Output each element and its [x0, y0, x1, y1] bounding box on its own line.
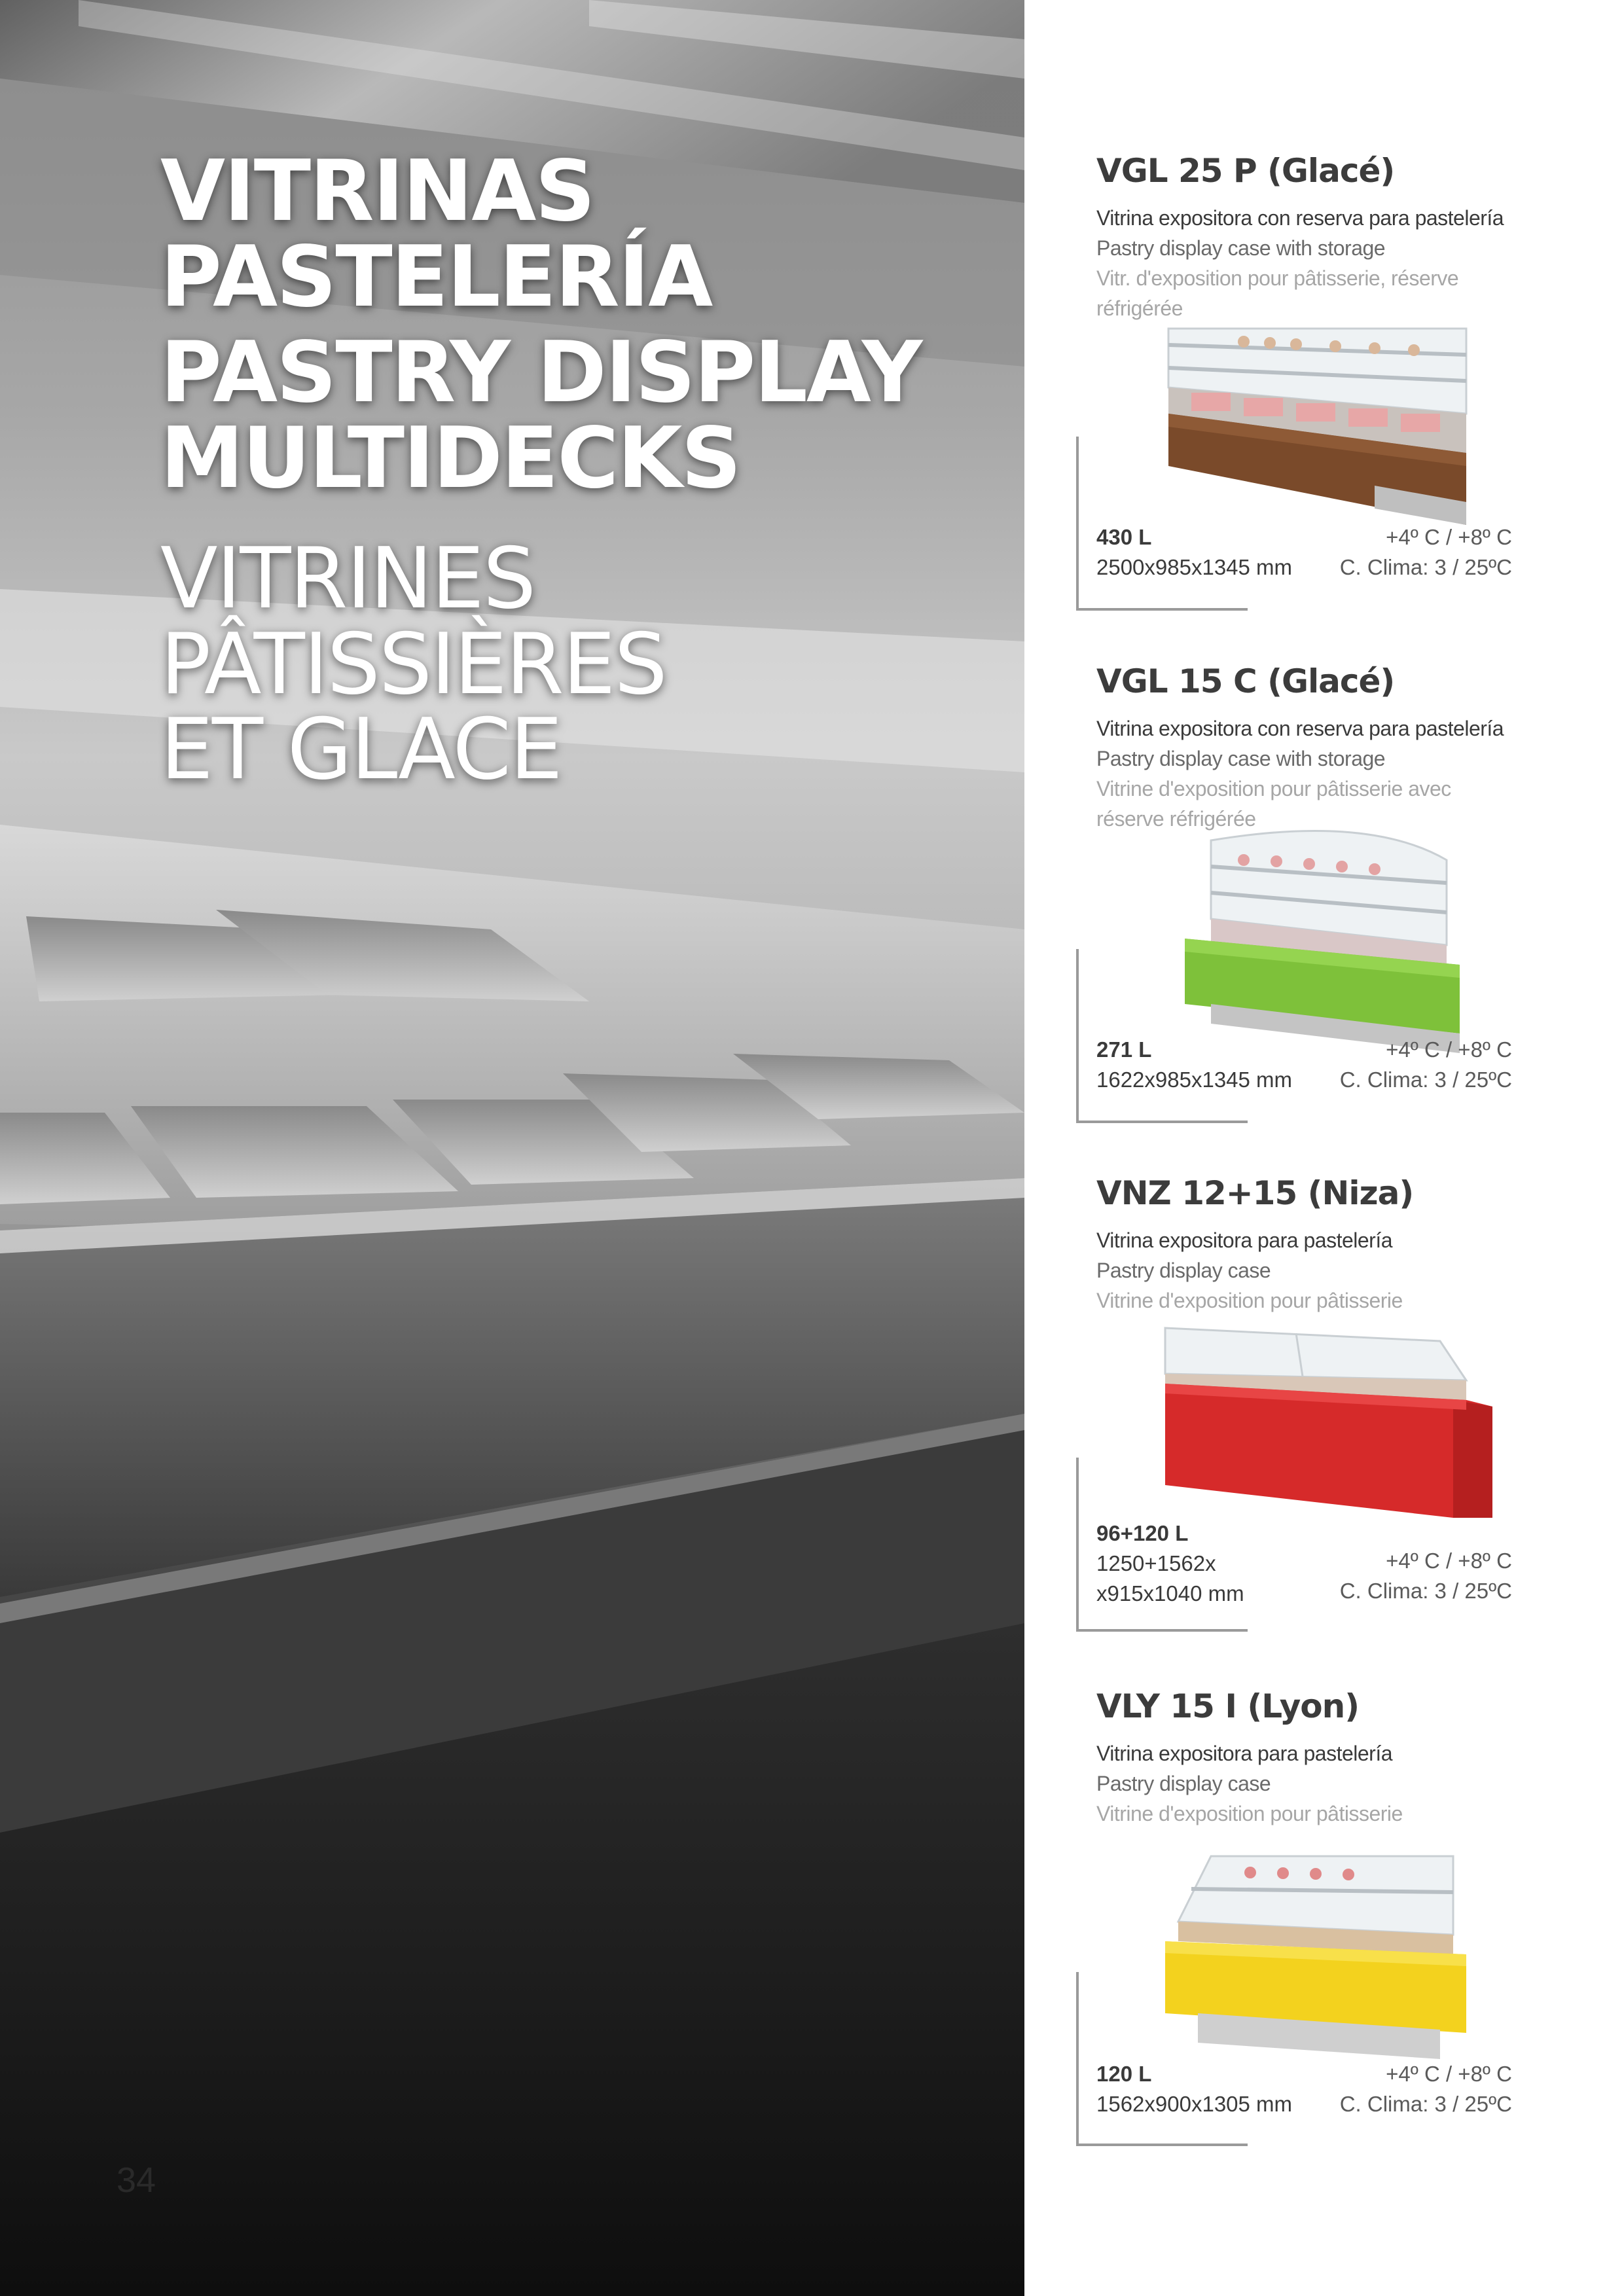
product-volume: 96+120 L: [1096, 1521, 1189, 1545]
product-temperature: +4º C / +8º C: [1386, 525, 1512, 549]
wood-finish-display-case-image: [1167, 327, 1468, 525]
description-french: Vitrine d'exposition pour pâtisserie: [1096, 1802, 1403, 1825]
product-dimensions: 1622x985x1345 mm: [1096, 1067, 1293, 1092]
product-temperature: +4º C / +8º C: [1386, 1549, 1512, 1573]
description-english: Pastry display case: [1096, 1772, 1271, 1795]
product-name: VGL 25 P (Glacé): [1096, 152, 1395, 190]
description-french: Vitrine d'exposition pour pâtisserie: [1096, 1289, 1403, 1312]
product-card-vgl15c: VGL 15 C (Glacé) Vitrina expositora con …: [1074, 662, 1532, 1134]
heading-french: VITRINES PÂTISSIÈRES ET GLACE: [160, 530, 668, 799]
description-spanish: Vitrina expositora con reserva para past…: [1096, 717, 1504, 740]
product-temperature: +4º C / +8º C: [1386, 1037, 1512, 1062]
green-curved-display-case-image: [1185, 829, 1460, 1053]
product-volume: 430 L: [1096, 525, 1152, 549]
red-display-case-image: [1164, 1327, 1492, 1518]
product-dimensions: 2500x985x1345 mm: [1096, 555, 1293, 579]
product-climate-class: C. Clima: 3 / 25ºC: [1339, 555, 1512, 579]
product-card-vnz1215: VNZ 12+15 (Niza) Vitrina expositora para…: [1074, 1174, 1532, 1645]
product-dimensions: 1562x900x1305 mm: [1096, 2092, 1293, 2116]
heading-spanish: VITRINAS PASTELERÍA: [160, 143, 713, 326]
product-climate-class: C. Clima: 3 / 25ºC: [1339, 1067, 1512, 1092]
description-english: Pastry display case with storage: [1096, 747, 1386, 770]
product-dimensions: 1250+1562x x915x1040 mm: [1096, 1551, 1244, 1605]
product-climate-class: C. Clima: 3 / 25ºC: [1339, 2092, 1512, 2116]
product-description: Vitrina expositora para pastelería Pastr…: [1096, 1738, 1522, 1829]
description-spanish: Vitrina expositora para pastelería: [1096, 1229, 1393, 1252]
product-climate-class: C. Clima: 3 / 25ºC: [1339, 1579, 1512, 1603]
product-name: VNZ 12+15 (Niza): [1096, 1174, 1414, 1212]
page-number: 34: [117, 2161, 156, 2200]
product-description: Vitrina expositora para pastelería Pastr…: [1096, 1225, 1522, 1316]
stainless-counter-photo: VITRINAS PASTELERÍA PASTRY DISPLAY MULTI…: [0, 0, 1024, 2296]
product-volume: 271 L: [1096, 1037, 1152, 1062]
yellow-display-case-image: [1165, 1855, 1466, 2059]
description-english: Pastry display case with storage: [1096, 236, 1386, 260]
description-french: Vitr. d'exposition pour pâtisserie, rése…: [1096, 266, 1459, 320]
product-description: Vitrina expositora con reserva para past…: [1096, 203, 1522, 323]
product-name: VLY 15 I (Lyon): [1096, 1687, 1360, 1725]
product-card-vgl25p: VGL 25 P (Glacé) Vitrina expositora con …: [1074, 152, 1532, 623]
product-volume: 120 L: [1096, 2062, 1152, 2086]
description-spanish: Vitrina expositora con reserva para past…: [1096, 206, 1504, 230]
product-name: VGL 15 C (Glacé): [1096, 662, 1395, 700]
heading-english: PASTRY DISPLAY MULTIDECKS: [160, 324, 922, 507]
description-spanish: Vitrina expositora para pastelería: [1096, 1742, 1393, 1765]
product-card-vly15i: VLY 15 I (Lyon) Vitrina expositora para …: [1074, 1687, 1532, 2159]
description-english: Pastry display case: [1096, 1259, 1271, 1282]
product-temperature: +4º C / +8º C: [1386, 2062, 1512, 2086]
